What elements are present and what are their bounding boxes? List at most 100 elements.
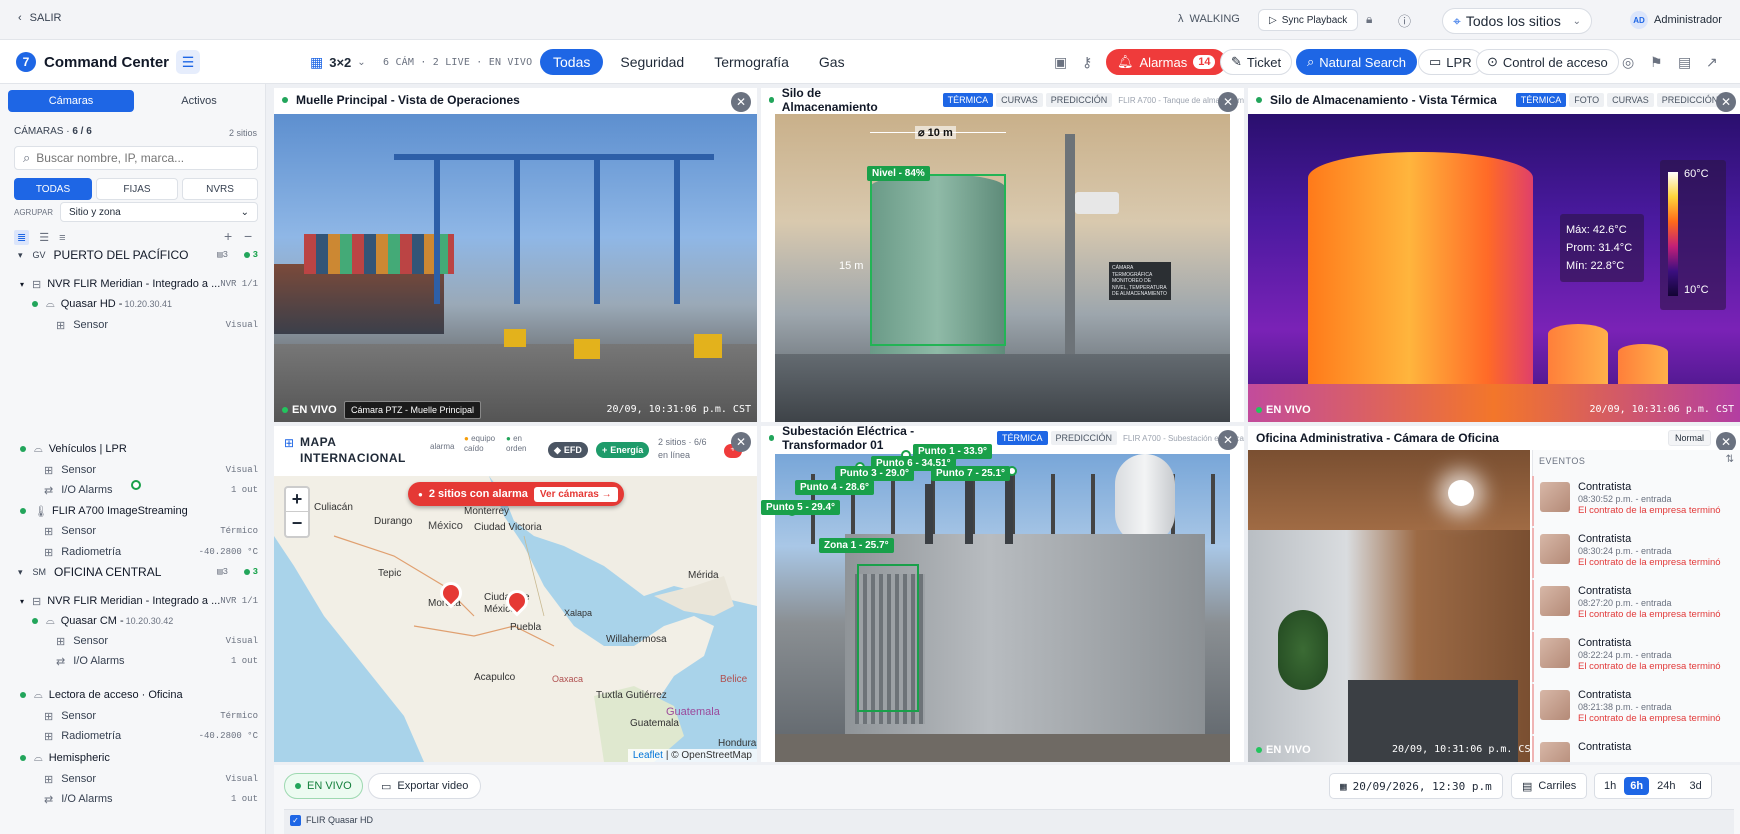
event-item[interactable]: Contratista	[1532, 736, 1730, 762]
event-item[interactable]: Contratista 08:30:24 p.m. - entrada El con…	[1532, 528, 1730, 578]
search-input[interactable]	[36, 151, 237, 165]
site-group[interactable]: ▾ SM OFICINA CENTRAL ▤3 3	[0, 560, 266, 584]
date-picker[interactable]: ▦ 20/09/2026, 12:30 p.m	[1329, 773, 1503, 799]
leaflet-link[interactable]: Leaflet	[633, 750, 663, 761]
camera-item[interactable]: ⌓ Hemispheric	[0, 748, 266, 768]
camera-tile-silo[interactable]: Silo de Almacenamiento TÉRMICA CURVAS PR…	[761, 88, 1244, 422]
event-item[interactable]: Contratista 08:27:20 p.m. - entrada El con…	[1532, 580, 1730, 630]
sensor-item[interactable]: ⊞ Sensor Térmico	[0, 706, 266, 726]
view-cameras-button[interactable]: Ver cámaras →	[533, 486, 618, 502]
filter-todas[interactable]: TODAS	[14, 178, 92, 200]
export-video-button[interactable]: ▭ Exportar video	[368, 773, 482, 799]
tab-seguridad[interactable]: Seguridad	[607, 49, 697, 75]
filter-icon[interactable]: ⇅	[1726, 454, 1734, 465]
tab-termica[interactable]: TÉRMICA	[997, 431, 1048, 445]
checkbox-checked-icon[interactable]: ✓	[290, 815, 301, 826]
flag-icon[interactable]: ⚑	[1650, 54, 1663, 71]
map-canvas[interactable]: Culiacán Durango Monterrey México Ciudad…	[274, 476, 757, 762]
close-tile-button[interactable]: ✕	[1716, 92, 1736, 112]
tag-energy[interactable]: + Energía	[596, 442, 650, 458]
target-icon[interactable]: ◎	[1622, 54, 1634, 71]
zoom-out-button[interactable]: −	[286, 512, 308, 536]
alarms-button[interactable]: 🔔︎ Alarmas 14	[1106, 49, 1227, 75]
range-1h[interactable]: 1h	[1598, 777, 1622, 795]
layout-icon[interactable]: ▤	[1678, 54, 1691, 71]
io-alarms-item[interactable]: ⇄ I/O Alarms 1 out	[0, 651, 266, 671]
sensor-item[interactable]: ⊞ Sensor Visual	[0, 315, 266, 335]
camera-item[interactable]: 🌡︎ FLIR A700 ImageStreaming	[0, 501, 266, 521]
filter-fijas[interactable]: FIJAS	[96, 178, 178, 200]
tab-termica[interactable]: TÉRMICA	[942, 93, 994, 107]
nvr-item[interactable]: ▾ ⊟ NVR FLIR Meridian - Integrado a ... …	[0, 591, 266, 611]
camera-tile-substation[interactable]: Subestación Eléctrica - Transformador 01…	[131, 426, 1244, 762]
site-selector[interactable]: ⌖ Todos los sitios ⌄	[1442, 8, 1592, 34]
tab-prediccion[interactable]: PREDICCIÓN	[1045, 93, 1113, 107]
camera-tile-muelle[interactable]: Muelle Principal - Vista de Operaciones …	[274, 88, 757, 422]
camera-tile-thermal[interactable]: Silo de Almacenamiento - Vista Térmica T…	[1248, 88, 1740, 422]
close-tile-button[interactable]: ✕	[1716, 432, 1736, 452]
lpr-button[interactable]: ▭ LPR	[1418, 49, 1483, 75]
close-tile-button[interactable]: ✕	[1218, 430, 1238, 450]
tab-curvas[interactable]: CURVAS	[1607, 93, 1654, 107]
camera-item[interactable]: ⌓ Quasar HD - 10.20.30.41	[0, 294, 266, 314]
camera-item[interactable]: ⌓ Vehículos | LPR	[0, 439, 266, 459]
tab-cameras[interactable]: Cámaras	[8, 90, 134, 112]
natural-search-button[interactable]: ⌕ Natural Search	[1296, 49, 1417, 75]
tab-todas[interactable]: Todas	[540, 49, 604, 75]
zoom-in-button[interactable]: +	[286, 488, 308, 512]
view-compact-icon[interactable]: ≡	[59, 232, 65, 244]
timeline-track[interactable]: ✓ FLIR Quasar HD	[284, 809, 1734, 834]
tab-prediccion[interactable]: PREDICCIÓN	[1050, 431, 1118, 445]
external-link-icon[interactable]: ↗	[1706, 54, 1718, 71]
tab-gas[interactable]: Gas	[806, 49, 858, 75]
close-tile-button[interactable]: ✕	[731, 92, 751, 112]
camera-feed-substation[interactable]	[775, 454, 1230, 762]
sensor-item[interactable]: ⊞ Sensor Visual	[0, 460, 266, 480]
tab-assets[interactable]: Activos	[136, 90, 262, 112]
sensor-item[interactable]: ⊞ Sensor Visual	[0, 631, 266, 651]
camera-item[interactable]: ⌓ Quasar CM - 10.20.30.42	[0, 611, 266, 631]
close-tile-button[interactable]: ✕	[731, 432, 751, 452]
help-icon[interactable]: ⓘ	[1398, 11, 1411, 30]
range-6h[interactable]: 6h	[1624, 777, 1650, 795]
user-menu[interactable]: AD Administrador	[1630, 11, 1722, 29]
close-tile-button[interactable]: ✕	[1218, 92, 1238, 112]
event-item[interactable]: Contratista 08:21:38 p.m. - entrada El con…	[1532, 684, 1730, 734]
radiometry-item[interactable]: ⊞ Radiometría -40.2800 °C	[0, 726, 266, 746]
camera-item[interactable]: ⌓ Lectora de acceso · Oficina	[0, 685, 266, 705]
camera-feed-port[interactable]	[274, 114, 757, 422]
sync-playback-button[interactable]: ▷ Sync Playback	[1258, 9, 1359, 31]
tab-prediccion[interactable]: PREDICCIÓN	[1656, 93, 1724, 107]
tag-efd[interactable]: ◆ EFD	[548, 442, 588, 458]
sensor-item[interactable]: ⊞ Sensor Visual	[0, 769, 266, 789]
exit-button[interactable]: ‹ SALIR	[18, 12, 61, 24]
key-icon[interactable]: ⚷	[1082, 54, 1092, 71]
tab-curvas[interactable]: CURVAS	[996, 93, 1043, 107]
map-tile[interactable]: ⊞ MAPA INTERNACIONAL alarma ● equipo caí…	[274, 426, 757, 762]
camera-feed-office[interactable]	[1248, 450, 1530, 762]
range-3d[interactable]: 3d	[1683, 777, 1707, 795]
access-control-button[interactable]: ⊙ Control de acceso	[1476, 49, 1619, 75]
sensor-item[interactable]: ⊞ Sensor Térmico	[0, 521, 266, 541]
document-icon[interactable]: ▣	[1054, 54, 1067, 71]
tab-termica[interactable]: TÉRMICA	[1515, 93, 1567, 107]
collapse-all-icon[interactable]: −	[244, 228, 252, 244]
event-item[interactable]: Contratista 08:30:52 p.m. - entrada El con…	[1532, 476, 1730, 526]
camera-feed-silo[interactable]: ⌀ 10 m 15 m CÁMARA TERMOGRÁFICA MONITORE…	[775, 114, 1230, 422]
tab-foto[interactable]: FOTO	[1569, 93, 1605, 107]
expand-all-icon[interactable]: +	[224, 228, 232, 244]
nvr-item[interactable]: ▾ ⊟ NVR FLIR Meridian - Integrado a ... …	[0, 274, 266, 294]
layout-selector[interactable]: ▦ 3×2 ⌄	[310, 54, 366, 71]
site-group[interactable]: ▾ GV PUERTO DEL PACÍFICO ▤3 3	[0, 243, 266, 267]
range-24h[interactable]: 24h	[1651, 777, 1681, 795]
group-select[interactable]: Sitio y zona ⌄	[60, 202, 258, 222]
io-alarms-item[interactable]: ⇄ I/O Alarms 1 out	[0, 789, 266, 809]
radiometry-item[interactable]: ⊞ Radiometría -40.2800 °C	[0, 542, 266, 562]
tab-termografia[interactable]: Termografía	[701, 49, 802, 75]
camera-feed-thermal[interactable]: Máx: 42.6°C Prom: 31.4°C Mín: 22.8°C 60°…	[1248, 114, 1740, 422]
live-button[interactable]: EN VIVO	[284, 773, 363, 799]
ticket-button[interactable]: ✎ Ticket	[1220, 49, 1293, 75]
event-item[interactable]: Contratista 08:22:24 p.m. - entrada El con…	[1532, 632, 1730, 682]
filter-nvrs[interactable]: NVRS	[182, 178, 258, 200]
menu-toggle-icon[interactable]: ☰	[176, 50, 200, 74]
